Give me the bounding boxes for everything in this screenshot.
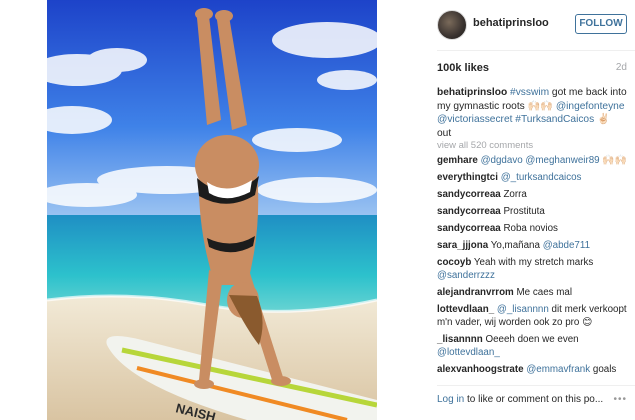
comment-username[interactable]: lottevdlaan_ [437,304,494,315]
comment-text: Yeah with my stretch marks [473,257,594,268]
hashtag-vsswim[interactable]: #vsswim [510,87,549,98]
avatar[interactable] [437,10,467,40]
comment-username[interactable]: sara_jjjona [437,240,488,251]
footer-text: to like or comment on this po... [464,394,604,405]
comment-username[interactable]: sandycorreaa [437,223,501,234]
comment-text: Yo,mañana [490,240,543,251]
post-time[interactable]: 2d [616,62,627,73]
comment-item: alexvanhoogstrate @emmavfrank goals [437,363,629,376]
comment-text: Me caes mal [516,287,573,298]
comment-item: cocoyb Yeah with my stretch marks @sande… [437,256,629,282]
comment-text: Oeeeh doen we even [485,334,579,345]
follow-button[interactable]: FOLLOW [575,14,627,34]
mention-victoriassecret[interactable]: @victoriassecret [437,114,512,125]
comment-item: everythingtci @_turksandcaicos [437,171,629,184]
view-all-comments-link[interactable]: view all 520 comments [437,140,533,151]
comment-username[interactable]: alexvanhoogstrate [437,364,524,375]
comment-item: sandycorreaa Roba novios [437,222,629,235]
caption-emoji-peace: ✌🏻 [594,114,610,125]
comment-text: Roba novios [503,223,558,234]
comment-item: sandycorreaa Prostituta [437,205,629,218]
comment-username[interactable]: sandycorreaa [437,206,501,217]
login-link[interactable]: Log in [437,394,464,405]
comment-username[interactable]: sandycorreaa [437,189,501,200]
comment-list: gemhare @dgdavo @meghanweir89 🙌🏻🙌🏻 everyt… [437,154,629,380]
caption-username[interactable]: behatiprinsloo [437,87,507,98]
comment-item: gemhare @dgdavo @meghanweir89 🙌🏻🙌🏻 [437,154,629,167]
post-photo[interactable]: NAISH [47,0,377,420]
comment-text: goals [590,364,617,375]
post-sidebar: behatiprinsloo FOLLOW 100k likes 2d beha… [425,0,635,420]
divider [437,385,635,386]
comment-username[interactable]: everythingtci [437,172,498,183]
divider [437,50,635,51]
comment-mention[interactable]: @sanderrzzz [437,270,495,281]
comment-text: 🙌🏻🙌🏻 [599,155,627,166]
comment-item: sara_jjjona Yo,mañana @abde711 [437,239,629,252]
comment-mention[interactable]: @_lisannnn [497,304,549,315]
comment-username[interactable]: cocoyb [437,257,471,268]
comment-footer: Log in to like or comment on this po... [437,394,629,405]
more-options-icon[interactable]: ••• [613,394,627,405]
comment-mention[interactable]: @meghanweir89 [525,155,599,166]
comment-text: Prostituta [503,206,545,217]
hashtag-turksandcaicos[interactable]: #TurksandCaicos [515,114,594,125]
comment-username[interactable]: alejandranvrrom [437,287,514,298]
username-link[interactable]: behatiprinsloo [473,17,549,29]
comment-item: _lisannnn Oeeeh doen we even @lottevdlaa… [437,333,629,359]
caption-emoji: 🙌🏻🙌🏻 [527,100,553,112]
comment-username[interactable]: _lisannnn [437,334,483,345]
handstand-beach-photo: NAISH [47,0,377,420]
caption-text-out: out [437,127,452,139]
comment-item: lottevdlaan_ @_lisannnn dit merk verkoop… [437,303,629,329]
comment-mention[interactable]: @_turksandcaicos [501,172,582,183]
comment-item: sandycorreaa Zorra [437,188,629,201]
comment-mention[interactable]: @lottevdlaan_ [437,347,500,358]
post-caption: behatiprinsloo #vsswim got me back into … [437,86,627,140]
comment-mention[interactable]: @abde711 [543,240,590,251]
comment-username[interactable]: gemhare [437,155,478,166]
comment-mention[interactable]: @dgdavo [481,155,523,166]
comment-mention[interactable]: @emmavfrank [526,364,590,375]
like-count[interactable]: 100k likes [437,62,489,74]
post-header: behatiprinsloo FOLLOW [425,0,635,50]
mention-ingefonteyne[interactable]: @ingefonteyne [556,101,625,112]
comment-text: Zorra [503,189,527,200]
comment-item: alejandranvrrom Me caes mal [437,286,629,299]
